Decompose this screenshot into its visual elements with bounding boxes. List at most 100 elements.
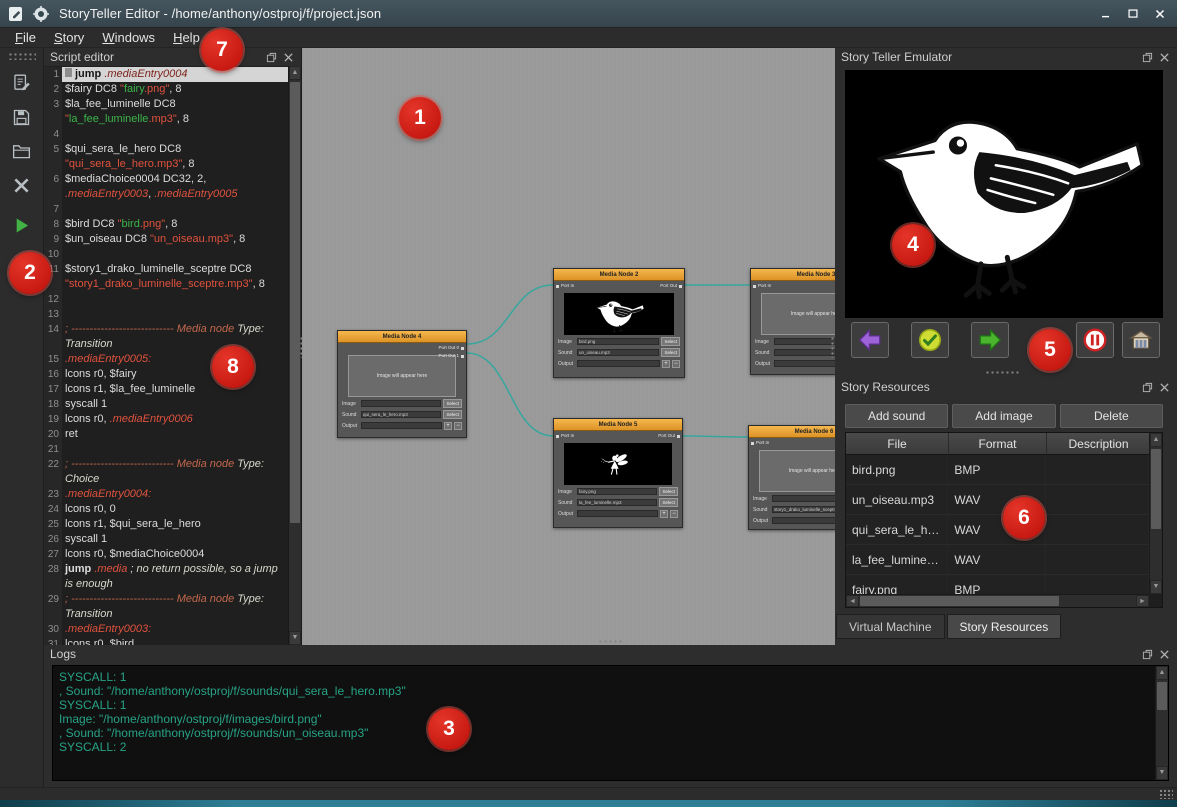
resource-row[interactable]: un_oiseau.mp3WAV	[846, 485, 1149, 515]
scroll-up-icon[interactable]: ▲	[289, 66, 301, 80]
code-line-28[interactable]: 28jump .media ; no return possible, so a…	[44, 562, 288, 592]
open-button[interactable]	[2, 136, 42, 166]
select-image-button[interactable]: Select	[661, 337, 680, 346]
code-line-31[interactable]: 31lcons r0, $bird	[44, 637, 288, 645]
resource-row[interactable]: bird.pngBMP	[846, 455, 1149, 485]
code-line-27[interactable]: 27lcons r0, $mediaChoice0004	[44, 547, 288, 562]
select-image-button[interactable]: Select	[659, 487, 678, 496]
resize-grip[interactable]	[1159, 789, 1173, 799]
media-node[interactable]: Media Node 4Port Out 0Port Out 1Image wi…	[337, 330, 467, 438]
code-line-19[interactable]: 19lcons r0, .mediaEntry0006	[44, 412, 288, 427]
scroll-right-icon[interactable]: ►	[1136, 595, 1149, 607]
port-out[interactable]: Port Out 1	[438, 353, 464, 359]
close-panel-button[interactable]	[1158, 648, 1171, 661]
logs-scrollbar[interactable]: ▲ ▼	[1155, 666, 1168, 780]
scroll-handle[interactable]	[860, 596, 1059, 606]
float-panel-button[interactable]	[1141, 51, 1154, 64]
next-button[interactable]	[971, 322, 1009, 358]
port-in[interactable]: Port In	[556, 433, 574, 439]
table-vertical-scrollbar[interactable]: ▲ ▼	[1149, 433, 1162, 594]
code-line-17[interactable]: 17lcons r1, $la_fee_luminelle	[44, 382, 288, 397]
scroll-up-icon[interactable]: ▲	[1150, 433, 1162, 447]
resource-row[interactable]: la_fee_lumine…WAV	[846, 545, 1149, 575]
float-panel-button[interactable]	[1141, 648, 1154, 661]
node-title[interactable]: Media Node 4	[338, 331, 466, 343]
scroll-handle[interactable]	[290, 82, 300, 523]
previous-button[interactable]	[851, 322, 889, 358]
close-panel-button[interactable]	[1158, 381, 1171, 394]
code-line-8[interactable]: 8$bird DC8 "bird.png", 8	[44, 217, 288, 232]
node-remove-button[interactable]: −	[670, 510, 678, 518]
node-add-button[interactable]: +	[444, 422, 452, 430]
code-line-12[interactable]: 12	[44, 292, 288, 307]
node-add-button[interactable]: +	[662, 360, 670, 368]
splitter-handle[interactable]	[598, 639, 624, 645]
scroll-down-icon[interactable]: ▼	[289, 631, 301, 645]
code-line-13[interactable]: 13	[44, 307, 288, 322]
code-line-7[interactable]: 7	[44, 202, 288, 217]
splitter-handle[interactable]	[985, 370, 1021, 376]
code-line-25[interactable]: 25lcons r1, $qui_sera_le_hero	[44, 517, 288, 532]
close-button[interactable]	[1146, 4, 1173, 24]
node-add-button[interactable]: +	[660, 510, 668, 518]
code-line-30[interactable]: 30.mediaEntry0003:	[44, 622, 288, 637]
scroll-down-icon[interactable]: ▼	[1150, 580, 1162, 594]
close-project-button[interactable]	[2, 170, 42, 200]
select-image-button[interactable]: Select	[443, 399, 462, 408]
float-panel-button[interactable]	[265, 51, 278, 64]
code-line-20[interactable]: 20ret	[44, 427, 288, 442]
pause-button[interactable]	[1076, 322, 1114, 358]
add-image-button[interactable]: Add image	[952, 404, 1055, 428]
media-node[interactable]: Media Node 6Port InPort OutImage will ap…	[748, 425, 835, 530]
resource-row[interactable]: fairy.pngBMP	[846, 575, 1149, 594]
select-sound-button[interactable]: Select	[659, 498, 678, 507]
code-line-6[interactable]: 6$mediaChoice0004 DC32, 2, .mediaEntry00…	[44, 172, 288, 202]
home-button[interactable]	[1122, 322, 1160, 358]
port-out[interactable]: Port Out 0	[438, 345, 464, 351]
tab-virtual-machine[interactable]: Virtual Machine	[836, 614, 945, 639]
code-line-26[interactable]: 26syscall 1	[44, 532, 288, 547]
code-line-9[interactable]: 9$un_oiseau DC8 "un_oiseau.mp3", 8	[44, 232, 288, 247]
port-in[interactable]: Port In	[556, 283, 574, 289]
code-line-2[interactable]: 2$fairy DC8 "fairy.png", 8	[44, 82, 288, 97]
close-panel-button[interactable]	[282, 51, 295, 64]
scroll-handle[interactable]	[1151, 449, 1161, 529]
code-line-23[interactable]: 23.mediaEntry0004:	[44, 487, 288, 502]
select-sound-button[interactable]: Select	[443, 410, 462, 419]
node-title[interactable]: Media Node 3	[751, 269, 835, 281]
media-node[interactable]: Media Node 5Port InPort OutImagefairy.pn…	[553, 418, 683, 528]
code-line-29[interactable]: 29; ---------------------------- Media n…	[44, 592, 288, 622]
code-line-4[interactable]: 4	[44, 127, 288, 142]
code-line-3[interactable]: 3$la_fee_luminelle DC8 "la_fee_luminelle…	[44, 97, 288, 127]
code-line-10[interactable]: 10	[44, 247, 288, 262]
code-line-5[interactable]: 5$qui_sera_le_hero DC8 "qui_sera_le_hero…	[44, 142, 288, 172]
delete-button[interactable]: Delete	[1060, 404, 1163, 428]
column-header-description[interactable]: Description	[1047, 433, 1151, 455]
new-script-button[interactable]	[2, 68, 42, 98]
table-horizontal-scrollbar[interactable]: ◄ ►	[846, 594, 1149, 607]
select-sound-button[interactable]: Select	[661, 348, 680, 357]
add-sound-button[interactable]: Add sound	[845, 404, 948, 428]
node-graph-canvas[interactable]: Media Node 4Port Out 0Port Out 1Image wi…	[302, 48, 835, 645]
menu-windows[interactable]: Windows	[93, 28, 164, 48]
scroll-down-icon[interactable]: ▼	[1156, 766, 1168, 780]
close-panel-button[interactable]	[1158, 51, 1171, 64]
port-out[interactable]: Port Out	[660, 283, 682, 289]
menu-file[interactable]: File	[6, 28, 45, 48]
splitter-handle[interactable]	[299, 336, 304, 358]
resource-row[interactable]: qui_sera_le_h…WAV	[846, 515, 1149, 545]
port-in[interactable]: Port In	[753, 283, 771, 289]
node-title[interactable]: Media Node 6	[749, 426, 835, 438]
code-line-18[interactable]: 18syscall 1	[44, 397, 288, 412]
code-line-21[interactable]: 21	[44, 442, 288, 457]
scroll-left-icon[interactable]: ◄	[846, 595, 859, 607]
title-bar[interactable]: StoryTeller Editor - /home/anthony/ostpr…	[0, 0, 1177, 28]
toolbar-drag-handle[interactable]	[8, 52, 36, 60]
menu-story[interactable]: Story	[45, 28, 93, 48]
code-line-14[interactable]: 14; ---------------------------- Media n…	[44, 322, 288, 352]
log-console[interactable]: SYSCALL: 1, Sound: "/home/anthony/ostpro…	[52, 665, 1169, 781]
port-out[interactable]: Port Out	[658, 433, 680, 439]
validate-button[interactable]	[911, 322, 949, 358]
media-node[interactable]: Media Node 3Port InPort OutImage will ap…	[750, 268, 835, 375]
column-header-format[interactable]: Format	[949, 433, 1047, 455]
